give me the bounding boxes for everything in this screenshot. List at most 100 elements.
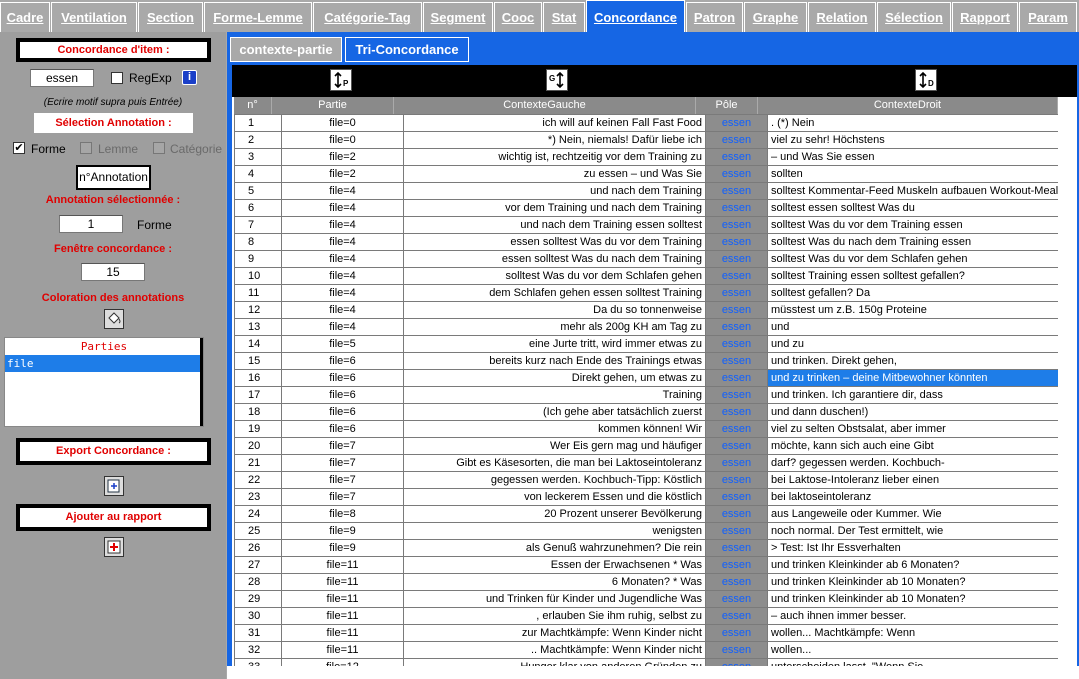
row-pole[interactable]: essen [705,216,768,234]
table-row[interactable]: 33file=12Hunger klar von anderen Gründen… [234,658,1068,666]
table-row[interactable]: 5 file=4 und nach dem Training essen solltes… [234,182,1068,200]
table-row[interactable]: 20 file=7 Wer Eis gern mag und häufiger ess… [234,437,1068,455]
info-icon[interactable]: i [182,70,197,85]
regexp-checkbox[interactable] [111,72,123,84]
row-contexte-gauche[interactable]: *) Nein, niemals! Dafür liebe ich [403,131,706,149]
row-partie[interactable]: file=11 [281,641,404,659]
row-pole[interactable]: essen [705,165,768,183]
row-number[interactable]: 25 [234,522,282,540]
row-partie[interactable]: file=4 [281,233,404,251]
table-row[interactable]: 6 file=4 vor dem Training und nach dem Tra… [234,199,1068,217]
table-row[interactable]: 26 file=9 als Genuß wahrzunehmen? Die rein… [234,539,1068,557]
annotation-number-input[interactable]: 1 [59,215,123,233]
row-contexte-droit[interactable]: solltest Was du nach dem Training essen [767,233,1068,251]
row-pole[interactable]: essen [705,369,768,387]
row-partie[interactable]: file=4 [281,318,404,336]
row-pole[interactable]: essen [705,420,768,438]
table-row[interactable]: 3 file=2 wichtig ist, rechtzeitig vor dem … [234,148,1068,166]
tab-section[interactable]: Section [138,2,203,32]
row-number[interactable]: 3 [234,148,282,166]
column-header-partie[interactable]: Partie [272,97,394,114]
table-row[interactable]: 29 file=11 und Trinken für Kinder und Juge… [234,590,1068,608]
row-contexte-droit[interactable]: und [767,318,1068,336]
row-number[interactable]: 20 [234,437,282,455]
row-pole[interactable]: essen [705,267,768,285]
row-contexte-droit[interactable]: solltest Was du vor dem Training essen [767,216,1068,234]
row-pole[interactable]: essen [705,114,768,132]
tab-patron[interactable]: Patron [686,2,743,32]
row-contexte-gauche[interactable]: Da du so tonnenweise [403,301,706,319]
row-partie[interactable]: file=4 [281,216,404,234]
row-contexte-gauche[interactable]: gegessen werden. Kochbuch-Tipp: Köstlich [403,471,706,489]
row-number[interactable]: 4 [234,165,282,183]
row-partie[interactable]: file=2 [281,165,404,183]
table-row[interactable]: 19 file=6 kommen können! Wir essen viel zu s… [234,420,1068,438]
table-row[interactable]: 31 file=11 zur Machtkämpfe: Wenn Kinder ni… [234,624,1068,642]
row-contexte-droit[interactable]: und trinken Kleinkinder ab 6 Monaten? [767,556,1068,574]
row-contexte-gauche[interactable]: .. Machtkämpfe: Wenn Kinder nicht [403,641,706,659]
row-partie[interactable]: file=0 [281,131,404,149]
tab-forme-lemme[interactable]: Forme-Lemme [204,2,312,32]
row-number[interactable]: 10 [234,267,282,285]
tab-relation[interactable]: Relation [808,2,876,32]
row-number[interactable]: 21 [234,454,282,472]
row-contexte-gauche[interactable]: Direkt gehen, um etwas zu [403,369,706,387]
row-contexte-gauche[interactable]: eine Jurte tritt, wird immer etwas zu [403,335,706,353]
row-contexte-gauche[interactable]: essen solltest Was du nach dem Training [403,250,706,268]
row-contexte-gauche[interactable]: Hunger klar von anderen Gründen zu [403,658,706,666]
row-contexte-gauche[interactable]: (Ich gehe aber tatsächlich zuerst [403,403,706,421]
row-contexte-gauche[interactable]: 6 Monaten? * Was [403,573,706,591]
table-row[interactable]: 8 file=4 essen solltest Was du vor dem Tra… [234,233,1068,251]
table-row[interactable]: 11 file=4 dem Schlafen gehen essen solltes… [234,284,1068,302]
row-contexte-droit[interactable]: solltest Kommentar-Feed Muskeln aufbauen… [767,182,1068,200]
row-number[interactable]: 28 [234,573,282,591]
row-pole[interactable]: essen [705,556,768,574]
row-partie[interactable]: file=2 [281,148,404,166]
row-number[interactable]: 17 [234,386,282,404]
horizontal-scrollbar[interactable] [227,666,1079,679]
row-partie[interactable]: file=9 [281,539,404,557]
row-partie[interactable]: file=12 [281,658,404,666]
row-pole[interactable]: essen [705,437,768,455]
row-contexte-droit[interactable]: und trinken Kleinkinder ab 10 Monaten? [767,590,1068,608]
row-partie[interactable]: file=11 [281,573,404,591]
row-pole[interactable]: essen [705,199,768,217]
vertical-scrollbar[interactable] [1058,114,1077,666]
table-row[interactable]: 14 file=5 eine Jurte tritt, wird immer etw… [234,335,1068,353]
row-partie[interactable]: file=4 [281,267,404,285]
row-number[interactable]: 2 [234,131,282,149]
row-contexte-gauche[interactable]: vor dem Training und nach dem Training [403,199,706,217]
row-contexte-droit[interactable]: solltest Training essen solltest gefalle… [767,267,1068,285]
row-contexte-gauche[interactable]: solltest Was du vor dem Schlafen gehen [403,267,706,285]
row-number[interactable]: 23 [234,488,282,506]
row-contexte-gauche[interactable]: essen solltest Was du vor dem Training [403,233,706,251]
add-report-icon[interactable] [104,537,124,557]
row-number[interactable]: 24 [234,505,282,523]
search-input[interactable]: essen [30,69,94,87]
row-contexte-gauche[interactable]: kommen können! Wir [403,420,706,438]
row-number[interactable]: 31 [234,624,282,642]
row-partie[interactable]: file=11 [281,624,404,642]
tab-graphe[interactable]: Graphe [744,2,807,32]
n-annotation-button[interactable]: n°Annotation [76,165,151,190]
row-number[interactable]: 29 [234,590,282,608]
row-contexte-gauche[interactable]: wenigsten [403,522,706,540]
row-partie[interactable]: file=6 [281,386,404,404]
table-row[interactable]: 18 file=6 (Ich gehe aber tatsächlich zuers… [234,403,1068,421]
row-contexte-droit[interactable]: und zu [767,335,1068,353]
row-number[interactable]: 22 [234,471,282,489]
row-contexte-droit[interactable]: – und Was Sie essen [767,148,1068,166]
tab-rapport[interactable]: Rapport [952,2,1018,32]
table-row[interactable]: 12 file=4 Da du so tonnenweise essen müsstes… [234,301,1068,319]
row-number[interactable]: 15 [234,352,282,370]
row-contexte-gauche[interactable]: 20 Prozent unserer Bevölkerung [403,505,706,523]
row-contexte-gauche[interactable]: Essen der Erwachsenen * Was [403,556,706,574]
table-row[interactable]: 23 file=7 von leckerem Essen und die köstl… [234,488,1068,506]
tab-segment[interactable]: Segment [423,2,493,32]
row-pole[interactable]: essen [705,590,768,608]
tab-categorie-tag[interactable]: Catégorie-Tag [313,2,422,32]
table-row[interactable]: 1 file=0 ich will auf keinen Fall Fast Foo… [234,114,1068,132]
row-contexte-droit[interactable]: müsstest um z.B. 150g Proteine [767,301,1068,319]
row-contexte-gauche[interactable]: zur Machtkämpfe: Wenn Kinder nicht [403,624,706,642]
row-pole[interactable]: essen [705,182,768,200]
